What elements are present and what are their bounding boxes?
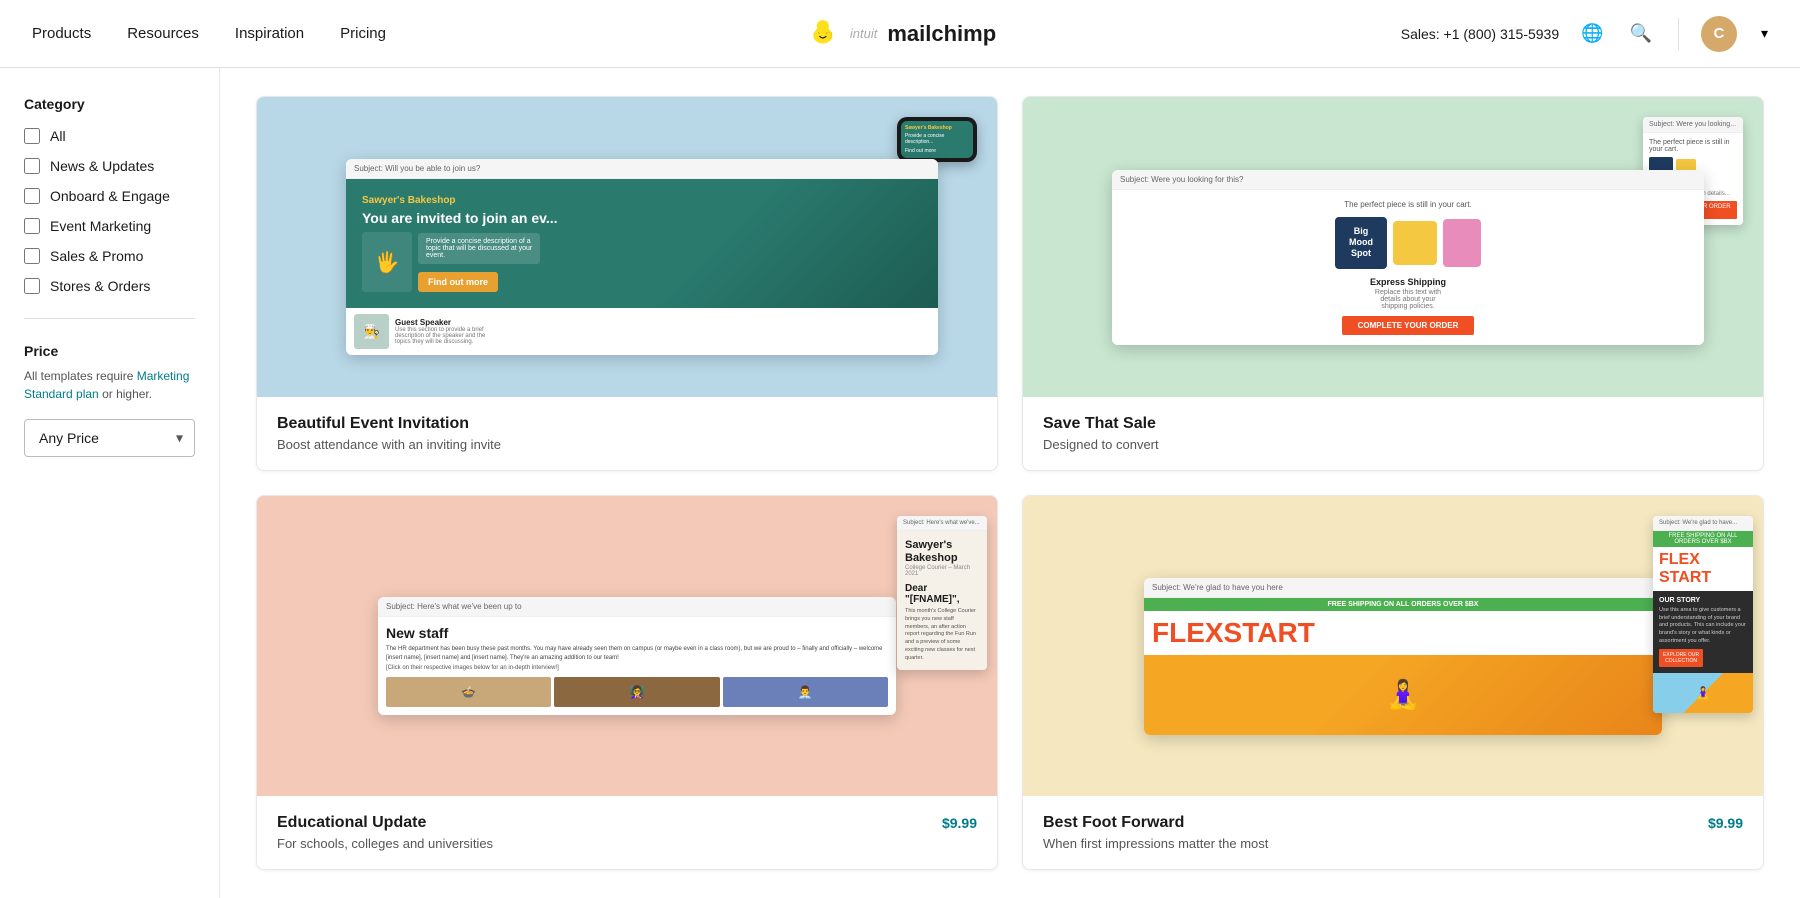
card-save-that-sale[interactable]: Subject: Were you looking for this? The … bbox=[1022, 96, 1764, 471]
card-thumb-beautiful-event: Subject: Will you be able to join us? Sa… bbox=[257, 97, 997, 397]
card-title-save-that-sale: Save That Sale bbox=[1043, 415, 1743, 433]
checkbox-item-all[interactable]: All bbox=[24, 128, 195, 144]
card3-subject: Subject: Here's what we've been up to bbox=[378, 597, 896, 617]
navigation: Products Resources Inspiration Pricing i… bbox=[0, 0, 1800, 68]
find-out-more-btn[interactable]: Find out more bbox=[418, 272, 498, 292]
card-desc-beautiful-event: Boost attendance with an inviting invite bbox=[277, 437, 977, 452]
nav-item-inspiration[interactable]: Inspiration bbox=[235, 25, 304, 42]
card-desc-best-foot-forward: When first impressions matter the most bbox=[1043, 836, 1743, 851]
checkbox-stores-label: Stores & Orders bbox=[50, 278, 150, 294]
card-info-educational-update: Educational Update $9.99 For schools, co… bbox=[257, 796, 997, 869]
main-layout: Category All News & Updates Onboard & En… bbox=[0, 68, 1800, 898]
price-select[interactable]: Any PriceFree$9.99 bbox=[24, 419, 195, 457]
checkbox-item-onboard[interactable]: Onboard & Engage bbox=[24, 188, 195, 204]
price-note: All templates require Marketing Standard… bbox=[24, 367, 195, 403]
sales-phone: Sales: +1 (800) 315-5939 bbox=[1401, 26, 1559, 42]
category-list: All News & Updates Onboard & Engage Even… bbox=[24, 128, 195, 294]
card-beautiful-event[interactable]: Subject: Will you be able to join us? Sa… bbox=[256, 96, 998, 471]
content-area: Subject: Will you be able to join us? Sa… bbox=[220, 68, 1800, 898]
cards-grid: Subject: Will you be able to join us? Sa… bbox=[256, 96, 1764, 870]
category-title: Category bbox=[24, 96, 195, 112]
card-title-beautiful-event: Beautiful Event Invitation bbox=[277, 415, 977, 433]
logo[interactable]: intuit mailchimp bbox=[804, 15, 996, 53]
checkbox-item-event[interactable]: Event Marketing bbox=[24, 218, 195, 234]
price-title: Price bbox=[24, 343, 195, 359]
nav-left: Products Resources Inspiration Pricing bbox=[32, 25, 386, 42]
nav-item-pricing[interactable]: Pricing bbox=[340, 25, 386, 42]
card4-overlay: Subject: We're glad to have... FREE SHIP… bbox=[1653, 516, 1753, 713]
card-title-educational-update: Educational Update $9.99 bbox=[277, 814, 977, 832]
search-icon[interactable]: 🔍 bbox=[1626, 19, 1656, 48]
logo-text: mailchimp bbox=[887, 21, 996, 47]
checkbox-event[interactable] bbox=[24, 218, 40, 234]
checkbox-event-label: Event Marketing bbox=[50, 218, 151, 234]
checkbox-news-label: News & Updates bbox=[50, 158, 154, 174]
card-info-best-foot-forward: Best Foot Forward $9.99 When first impre… bbox=[1023, 796, 1763, 869]
price-select-wrapper: Any PriceFree$9.99 ▾ bbox=[24, 419, 195, 457]
card-thumb-educational-update: Subject: Here's what we've been up to Ne… bbox=[257, 496, 997, 796]
card1-phone-overlay: Sawyer's Bakeshop Provide a concise desc… bbox=[897, 117, 977, 162]
card-price-educational-update: $9.99 bbox=[942, 815, 977, 831]
checkbox-news[interactable] bbox=[24, 158, 40, 174]
checkbox-all-label: All bbox=[50, 128, 66, 144]
checkbox-all[interactable] bbox=[24, 128, 40, 144]
card-educational-update[interactable]: Subject: Here's what we've been up to Ne… bbox=[256, 495, 998, 870]
checkbox-stores[interactable] bbox=[24, 278, 40, 294]
card-title-best-foot-forward: Best Foot Forward $9.99 bbox=[1043, 814, 1743, 832]
card2-subject: Subject: Were you looking for this? bbox=[1112, 170, 1704, 190]
checkbox-item-sales[interactable]: Sales & Promo bbox=[24, 248, 195, 264]
card-info-beautiful-event: Beautiful Event Invitation Boost attenda… bbox=[257, 397, 997, 470]
card4-subject: Subject: We're glad to have you here bbox=[1144, 578, 1662, 598]
card1-subject: Subject: Will you be able to join us? bbox=[346, 159, 938, 179]
checkbox-onboard-label: Onboard & Engage bbox=[50, 188, 170, 204]
nav-item-resources[interactable]: Resources bbox=[127, 25, 199, 42]
card-info-save-that-sale: Save That Sale Designed to convert bbox=[1023, 397, 1763, 470]
mailchimp-icon bbox=[804, 15, 842, 53]
card-price-best-foot-forward: $9.99 bbox=[1708, 815, 1743, 831]
card-best-foot-forward[interactable]: Subject: We're glad to have you here FRE… bbox=[1022, 495, 1764, 870]
checkbox-item-news[interactable]: News & Updates bbox=[24, 158, 195, 174]
card-desc-educational-update: For schools, colleges and universities bbox=[277, 836, 977, 851]
nav-item-products[interactable]: Products bbox=[32, 25, 91, 42]
card-thumb-best-foot-forward: Subject: We're glad to have you here FRE… bbox=[1023, 496, 1763, 796]
checkbox-onboard[interactable] bbox=[24, 188, 40, 204]
card-desc-save-that-sale: Designed to convert bbox=[1043, 437, 1743, 452]
nav-right: Sales: +1 (800) 315-5939 🌐 🔍 C ▾ bbox=[1401, 16, 1768, 52]
checkbox-item-stores[interactable]: Stores & Orders bbox=[24, 278, 195, 294]
card3-overlay: Subject: Here's what we've... Sawyer'sBa… bbox=[897, 516, 987, 670]
avatar: C bbox=[1701, 16, 1737, 52]
user-menu-button[interactable]: ▾ bbox=[1755, 25, 1768, 42]
sidebar-divider bbox=[24, 318, 195, 319]
nav-divider bbox=[1678, 18, 1679, 50]
checkbox-sales[interactable] bbox=[24, 248, 40, 264]
card-thumb-save-that-sale: Subject: Were you looking for this? The … bbox=[1023, 97, 1763, 397]
sidebar: Category All News & Updates Onboard & En… bbox=[0, 68, 220, 898]
checkbox-sales-label: Sales & Promo bbox=[50, 248, 143, 264]
globe-icon[interactable]: 🌐 bbox=[1577, 19, 1607, 48]
price-section: Price All templates require Marketing St… bbox=[24, 343, 195, 457]
chevron-down-icon: ▾ bbox=[1761, 25, 1768, 42]
